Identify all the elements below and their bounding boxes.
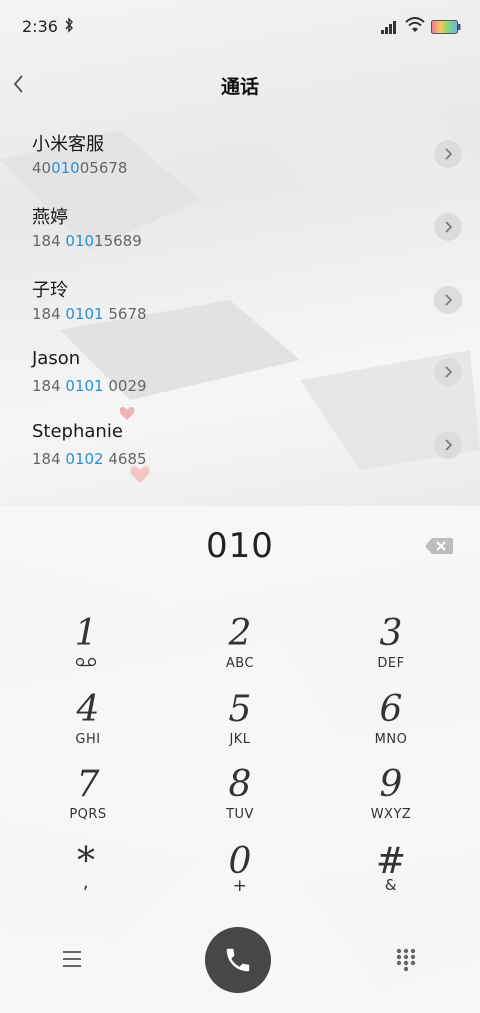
contact-detail-button[interactable]	[434, 358, 462, 386]
key-letters: GHI	[75, 732, 101, 747]
contact-number: 184 01015689	[32, 232, 142, 250]
contact-name: 子玲	[32, 280, 68, 301]
chevron-right-icon	[445, 221, 453, 233]
key-letters: PQRS	[69, 807, 107, 822]
phone-icon	[226, 948, 250, 972]
key-letters: &	[384, 876, 398, 894]
key-2[interactable]: 2 ABC	[180, 614, 300, 684]
voicemail-icon	[26, 656, 146, 671]
wifi-icon	[405, 17, 425, 33]
contact-number: 184 0101 0029	[32, 377, 147, 395]
call-button[interactable]	[205, 927, 271, 993]
signal-icon	[380, 19, 400, 34]
contact-item-4[interactable]: Stephanie 184 0102 4685	[0, 409, 480, 481]
key-4[interactable]: 4 GHI	[28, 690, 148, 760]
key-digit: 5	[228, 689, 252, 730]
contact-item-0[interactable]: 小米客服 4001005678	[0, 118, 480, 190]
key-star[interactable]: * ,	[26, 842, 146, 912]
key-digit: 9	[379, 764, 403, 805]
key-letters: TUV	[226, 807, 254, 822]
key-7[interactable]: 7 PQRS	[28, 765, 148, 835]
status-time: 2:36	[22, 17, 58, 36]
contact-name: Jason	[32, 348, 81, 369]
backspace-button[interactable]	[424, 536, 454, 556]
contact-name: 燕婷	[32, 207, 68, 228]
contact-detail-button[interactable]	[434, 213, 462, 241]
chevron-right-icon	[445, 439, 453, 451]
contact-number: 184 0102 4685	[32, 450, 147, 468]
chevron-right-icon	[445, 294, 453, 306]
keypad-toggle-button[interactable]	[393, 946, 419, 972]
key-hash[interactable]: # &	[331, 842, 451, 912]
key-letters: ABC	[225, 656, 255, 671]
menu-button[interactable]	[60, 946, 86, 972]
key-1[interactable]: 1	[26, 614, 146, 684]
dialed-number-display: 010	[206, 526, 274, 566]
contact-detail-button[interactable]	[434, 286, 462, 314]
key-6[interactable]: 6 MNO	[331, 690, 451, 760]
keypad-icon	[396, 948, 416, 972]
contact-item-2[interactable]: 子玲 184 0101 5678	[0, 264, 480, 336]
contact-name: Stephanie	[32, 421, 123, 442]
key-letters: DEF	[377, 656, 405, 671]
key-letters: ,	[82, 872, 90, 893]
contact-number: 184 0101 5678	[32, 305, 147, 323]
contact-detail-button[interactable]	[434, 140, 462, 168]
key-letters: JKL	[229, 732, 251, 747]
dialpad-panel: 010 1 2 ABC 3 DEF 4 GHI 5 JKL 6 MNO 7 PQ…	[0, 506, 480, 1013]
key-9[interactable]: 9 WXYZ	[331, 765, 451, 835]
chevron-right-icon	[445, 366, 453, 378]
key-3[interactable]: 3 DEF	[331, 614, 451, 684]
contact-item-1[interactable]: 燕婷 184 01015689	[0, 191, 480, 263]
backspace-icon	[425, 538, 453, 554]
key-digit: 7	[76, 764, 100, 805]
key-0[interactable]: 0 +	[180, 842, 300, 912]
menu-icon	[63, 951, 81, 967]
key-8[interactable]: 8 TUV	[180, 765, 300, 835]
key-digit: 3	[379, 613, 403, 654]
contact-detail-button[interactable]	[434, 431, 462, 459]
key-letters: +	[232, 876, 248, 896]
key-letters: MNO	[374, 732, 408, 747]
key-digit: 1	[74, 613, 98, 654]
contact-item-3[interactable]: Jason 184 0101 0029	[0, 336, 480, 408]
contact-name: 小米客服	[32, 134, 104, 155]
bluetooth-icon	[64, 17, 74, 37]
page-title: 通话	[220, 76, 259, 98]
chevron-right-icon	[445, 148, 453, 160]
key-digit: 8	[228, 764, 252, 805]
key-digit: 2	[228, 613, 252, 654]
key-digit: 6	[379, 689, 403, 730]
contact-number: 4001005678	[32, 159, 128, 177]
key-5[interactable]: 5 JKL	[180, 690, 300, 760]
contact-list: 小米客服 4001005678 燕婷 184 01015689 子玲 184 0…	[0, 118, 480, 508]
key-letters: WXYZ	[370, 807, 412, 822]
battery-icon	[431, 19, 461, 34]
key-digit: 4	[76, 689, 100, 730]
status-bar: 2:36	[0, 0, 480, 54]
